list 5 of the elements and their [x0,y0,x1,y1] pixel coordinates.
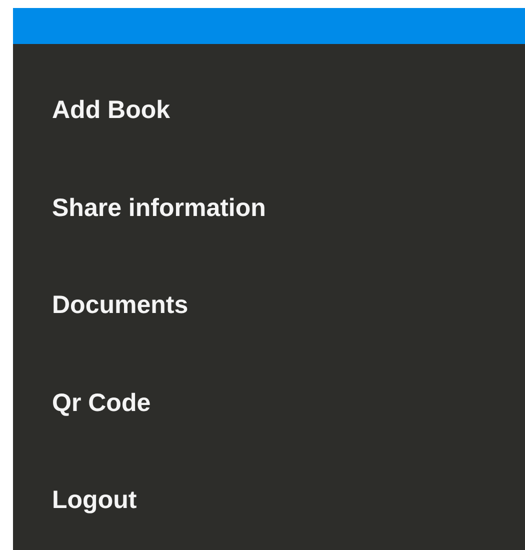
menu-item[interactable]: Logout [52,486,137,516]
menu-item[interactable]: Share information [52,194,266,223]
menu-item[interactable]: Qr Code [52,388,151,418]
menu-item[interactable]: Documents [52,291,188,320]
menu-item[interactable]: Add Book [52,96,170,126]
